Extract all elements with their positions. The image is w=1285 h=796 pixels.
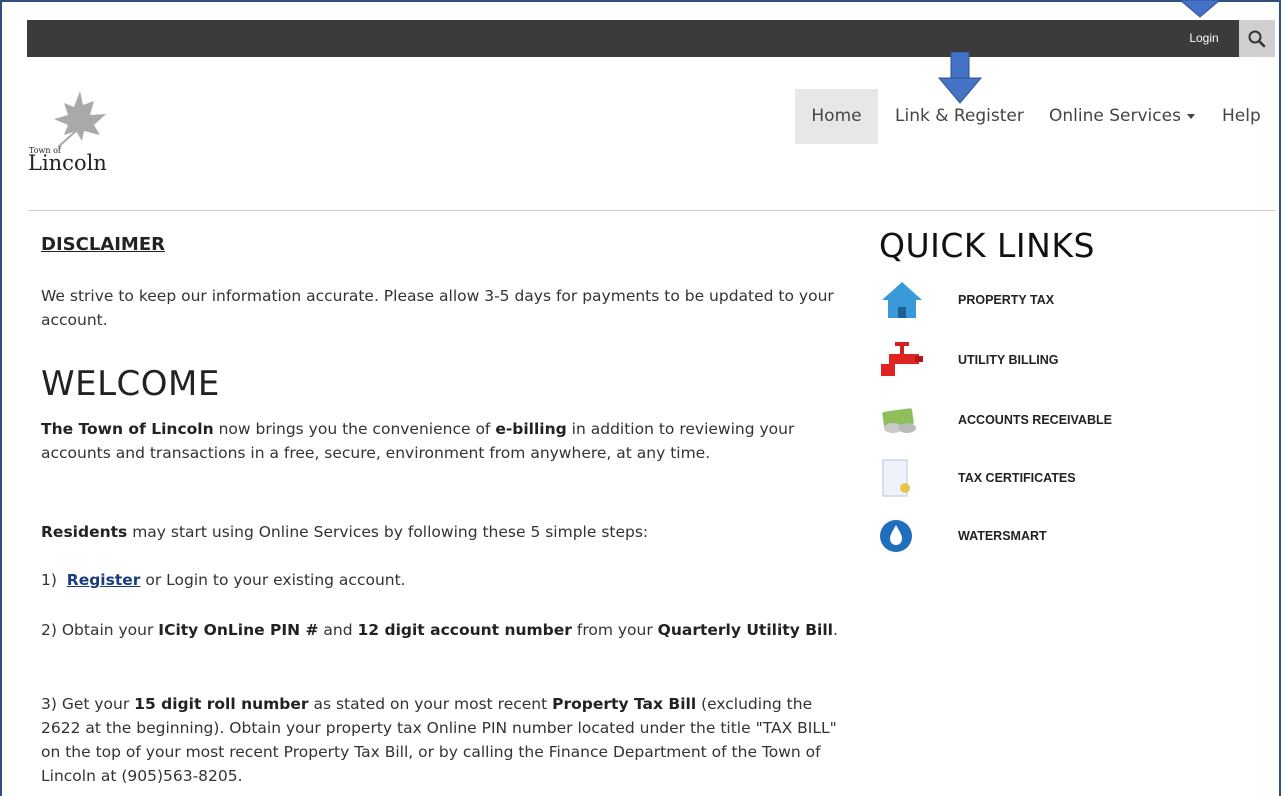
- intro-paragraph: The Town of Lincoln now brings you the c…: [41, 417, 846, 465]
- step1-text: or Login to your existing account.: [140, 571, 406, 589]
- welcome-title: WELCOME: [41, 364, 220, 404]
- top-bar: Login: [27, 20, 1275, 57]
- step1-prefix: 1): [41, 571, 67, 589]
- annotation-arrow-icon: [1179, 0, 1221, 18]
- quick-link-label: PROPERTY TAX: [958, 293, 1055, 307]
- quick-link-watersmart[interactable]: WATERSMART: [879, 516, 1239, 556]
- nav-help[interactable]: Help: [1222, 89, 1261, 144]
- register-link[interactable]: Register: [67, 571, 141, 589]
- nav-online-services-label: Online Services: [1049, 106, 1181, 126]
- house-icon: [882, 282, 922, 318]
- residents-paragraph: Residents may start using Online Service…: [41, 520, 846, 544]
- water-tap-icon: [881, 342, 923, 376]
- disclaimer-title: DISCLAIMER: [41, 234, 165, 255]
- caret-down-icon: [1186, 113, 1195, 119]
- step2-text-4: .: [832, 621, 838, 639]
- quick-link-label: UTILITY BILLING: [958, 353, 1059, 367]
- step3-text-1: 3) Get your: [41, 695, 135, 713]
- logo-name-text: Lincoln: [28, 151, 107, 175]
- quick-link-utility-billing[interactable]: UTILITY BILLING: [879, 340, 1239, 380]
- quick-link-label: ACCOUNTS RECEIVABLE: [958, 413, 1112, 427]
- step2-text-1: 2) Obtain your: [41, 621, 159, 639]
- header-divider: [28, 210, 1276, 211]
- intro-bold-ebilling: e-billing: [495, 420, 567, 438]
- water-drop-icon: [880, 520, 912, 552]
- quick-links-title: QUICK LINKS: [879, 226, 1095, 265]
- disclaimer-text: We strive to keep our information accura…: [41, 287, 834, 329]
- search-button[interactable]: [1239, 20, 1275, 57]
- step2-bold-pin: ICity OnLine PIN #: [158, 621, 319, 639]
- login-link[interactable]: Login: [1169, 20, 1239, 57]
- money-icon: [882, 408, 916, 433]
- nav-home[interactable]: Home: [795, 89, 878, 144]
- certificate-icon: [882, 459, 910, 497]
- step-2: 2) Obtain your ICity OnLine PIN # and 12…: [41, 618, 846, 642]
- step3-bold-roll: 15 digit roll number: [134, 695, 309, 713]
- intro-text-1: now brings you the convenience of: [213, 420, 496, 438]
- maple-leaf-icon: [54, 91, 106, 148]
- search-icon: [1248, 30, 1266, 48]
- quick-link-label: WATERSMART: [958, 529, 1047, 543]
- residents-text: may start using Online Services by follo…: [127, 523, 649, 541]
- quick-link-property-tax[interactable]: PROPERTY TAX: [879, 280, 1239, 320]
- step-3: 3) Get your 15 digit roll number as stat…: [41, 692, 846, 788]
- step-1: 1) Register or Login to your existing ac…: [41, 568, 846, 592]
- town-logo[interactable]: Town of Lincoln: [28, 89, 116, 179]
- step2-text-2: and: [318, 621, 358, 639]
- quick-link-label: TAX CERTIFICATES: [958, 471, 1076, 485]
- intro-bold-town: The Town of Lincoln: [41, 420, 214, 438]
- nav-link-register[interactable]: Link & Register: [895, 89, 1024, 144]
- quick-links-panel: QUICK LINKS PROPERTY TAX UTILITY BILLING…: [879, 226, 1259, 552]
- residents-bold: Residents: [41, 523, 128, 541]
- step2-bold-account: 12 digit account number: [357, 621, 572, 639]
- step3-bold-taxbill: Property Tax Bill: [552, 695, 697, 713]
- step3-text-2: as stated on your most recent: [308, 695, 553, 713]
- step2-bold-bill: Quarterly Utility Bill: [657, 621, 833, 639]
- nav-online-services[interactable]: Online Services: [1049, 89, 1195, 144]
- quick-link-tax-certificates[interactable]: TAX CERTIFICATES: [879, 458, 1239, 498]
- quick-link-accounts-receivable[interactable]: ACCOUNTS RECEIVABLE: [879, 400, 1239, 440]
- step2-text-3: from your: [571, 621, 658, 639]
